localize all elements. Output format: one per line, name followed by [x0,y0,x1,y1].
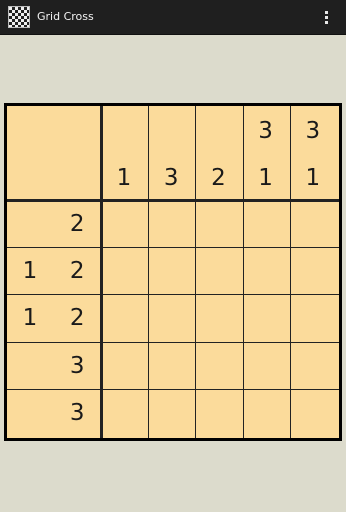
column-clue: 2 [211,165,226,192]
grid-cell-r4-c2[interactable] [150,344,195,389]
grid-cell-r2-c5[interactable] [292,249,337,294]
row-clue: 1 [22,258,38,285]
grid-cell-r3-c5[interactable] [292,296,337,341]
puzzle-board: 1 3 2 3 1 3 1 2 1 2 1 2 3 3 [4,103,342,441]
row-clue: 3 [69,352,85,379]
column-clue: 3 [258,118,273,144]
checker-app-icon[interactable] [8,6,30,28]
grid-cell-r4-c1[interactable] [103,344,148,389]
row-clue: 2 [69,258,85,285]
grid-cell-r1-c1[interactable] [103,202,148,247]
grid-cell-r1-c2[interactable] [150,202,195,247]
grid-cell-r1-c4[interactable] [245,202,290,247]
column-clue: 3 [305,118,321,144]
grid-cell-r3-c3[interactable] [197,296,242,341]
grid-cell-r4-c3[interactable] [197,344,242,389]
grid-cell-r5-c5[interactable] [292,391,337,436]
grid-cell-r2-c4[interactable] [245,249,290,294]
row-clue: 2 [69,305,85,332]
grid-cell-r2-c3[interactable] [197,249,242,294]
app-title: Grid Cross [37,10,94,23]
action-bar: Grid Cross [0,0,346,35]
grid-cell-r4-c5[interactable] [292,344,337,389]
grid-cell-r1-c5[interactable] [292,202,337,247]
grid-cell-r2-c1[interactable] [103,249,148,294]
row-clue: 1 [22,305,38,332]
grid-cell-r2-c2[interactable] [150,249,195,294]
grid-cell-r4-c4[interactable] [245,344,290,389]
column-clue: 1 [305,165,321,192]
row-clue: 3 [69,399,85,426]
grid-cell-r3-c2[interactable] [150,296,195,341]
grid-cell-r1-c3[interactable] [197,202,242,247]
column-clue: 1 [258,165,273,192]
column-clue: 3 [163,165,179,192]
grid-cell-r3-c4[interactable] [245,296,290,341]
overflow-menu-icon[interactable] [318,6,334,28]
grid-cell-r5-c2[interactable] [150,391,195,436]
row-clue: 2 [69,211,85,237]
column-clue: 1 [116,165,132,192]
grid-cell-r5-c4[interactable] [245,391,290,436]
grid-cell-r5-c3[interactable] [197,391,242,436]
grid-cell-r3-c1[interactable] [103,296,148,341]
grid-cell-r5-c1[interactable] [103,391,148,436]
